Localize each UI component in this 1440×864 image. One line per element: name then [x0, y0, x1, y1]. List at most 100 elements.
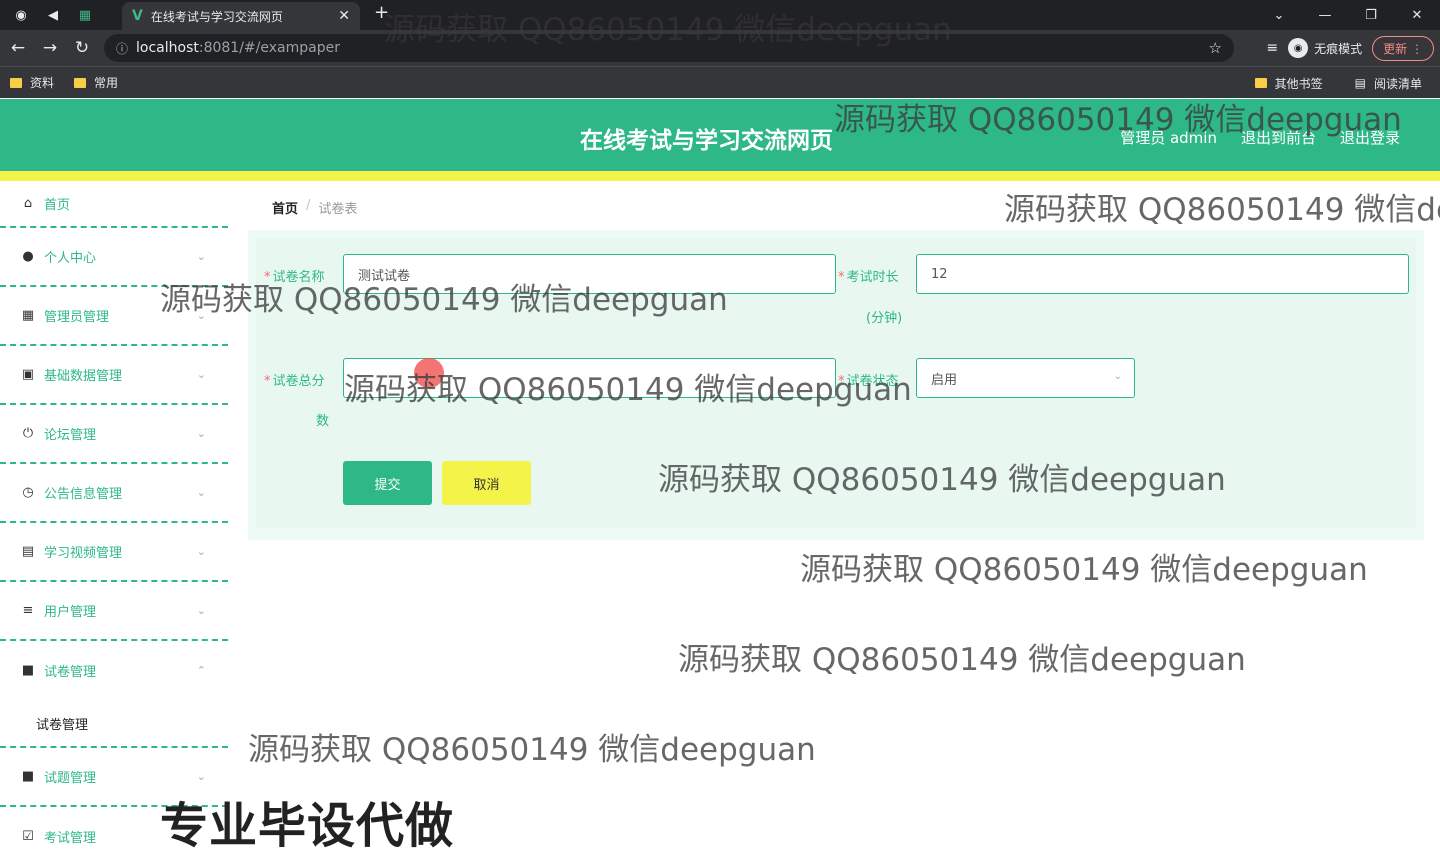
chevron-down-icon: ⌄ [196, 770, 206, 783]
bookmark-label: 其他书签 [1274, 76, 1323, 91]
bookmark-folder-2[interactable]: 常用 [74, 74, 118, 91]
submit-button[interactable]: 提交 [343, 461, 432, 505]
close-tab-icon[interactable]: ✕ [338, 8, 350, 24]
ad-overlay-text: 专业毕设代做 [160, 798, 455, 854]
status-select[interactable]: 启用 ⌄ [916, 358, 1135, 398]
chevron-down-icon: ⌄ [196, 250, 206, 263]
bookmark-star-icon[interactable]: ☆ [1209, 39, 1222, 57]
reload-icon[interactable]: ↻ [66, 38, 98, 58]
watermark: 源码获取 QQ86050149 微信deepguan [384, 12, 952, 48]
submit-label: 提交 [374, 477, 401, 493]
reading-list-icon: ▤ [1354, 76, 1366, 90]
chart-icon: ▤ [21, 544, 35, 559]
app-title: 在线考试与学习交流网页 [580, 128, 833, 154]
breadcrumb-separator: / [306, 198, 311, 213]
sidebar-item-label: 试题管理 [44, 771, 97, 786]
submenu-label: 试卷管理 [36, 717, 89, 733]
sidebar-item-exampapers[interactable]: ■ 试卷管理 ⌃ [0, 641, 228, 700]
update-label: 更新 [1383, 41, 1408, 56]
check-icon: ☑ [22, 829, 34, 844]
watermark: 源码获取 QQ86050149 微信deepguan [834, 102, 1402, 138]
restore-icon[interactable]: ❐ [1348, 0, 1394, 30]
sidebar-item-label: 管理员管理 [44, 310, 110, 325]
sidebar-item-label: 论坛管理 [44, 428, 97, 443]
clock-icon: ◷ [22, 485, 34, 500]
app-favicon-icon[interactable]: ▦ [74, 4, 96, 26]
breadcrumb-current: 试卷表 [318, 202, 358, 217]
duration-input[interactable]: 12 [916, 254, 1409, 294]
header-divider [0, 171, 1440, 181]
folder-icon: ■ [21, 769, 35, 784]
sidebar-item-videos[interactable]: ▤ 学习视频管理 ⌄ [0, 523, 228, 582]
watermark: 源码获取 QQ86050149 微信deepguan [658, 462, 1226, 498]
browser-menu-icon[interactable]: ◉ [10, 4, 32, 26]
reading-list-icon[interactable]: ≡ [1266, 40, 1278, 56]
update-button[interactable]: 更新 ⋮ [1372, 35, 1434, 61]
audio-icon[interactable]: ◀ [42, 4, 64, 26]
total-score-label: * 试卷总分 [264, 374, 325, 389]
tab-title: 在线考试与学习交流网页 [150, 9, 283, 24]
sidebar-item-label: 公告信息管理 [44, 487, 123, 502]
watermark: 源码获取 QQ86050149 微信deepguan [1004, 192, 1440, 228]
duration-unit-label: (分钟) [866, 311, 903, 326]
close-window-icon[interactable]: ✕ [1394, 0, 1440, 30]
sidebar-item-home[interactable]: ⌂ 首页 [0, 181, 228, 228]
sidebar-item-forum[interactable]: ⏻ 论坛管理 ⌄ [0, 405, 228, 464]
breadcrumb-home[interactable]: 首页 [272, 198, 298, 217]
chevron-up-icon: ⌃ [196, 664, 206, 677]
incognito-icon: ◉ [1288, 38, 1309, 58]
total-score-label-2: 数 [316, 414, 330, 429]
grid-icon: ▦ [21, 308, 35, 323]
chat-icon: ■ [21, 663, 35, 678]
bookmark-label: 阅读清单 [1373, 76, 1422, 91]
list-icon: ≡ [22, 603, 34, 618]
back-icon[interactable]: ← [2, 38, 34, 58]
url-path: :8081/#/exampaper [198, 40, 340, 56]
sidebar-item-label: 学习视频管理 [44, 546, 123, 561]
status-value: 启用 [931, 372, 958, 388]
power-icon: ⏻ [22, 426, 34, 441]
chevron-down-icon: ⌄ [196, 427, 206, 440]
duration-label: * 考试时长 [838, 270, 899, 285]
vue-icon: V [132, 8, 143, 24]
bookmark-label: 常用 [94, 76, 119, 90]
active-tab[interactable]: V 在线考试与学习交流网页 ✕ [122, 2, 360, 30]
tab-search-icon[interactable]: ⌄ [1256, 0, 1302, 30]
incognito-indicator[interactable]: ◉ 无痕模式 [1288, 38, 1362, 58]
site-info-icon[interactable]: ⓘ [116, 40, 128, 57]
sidebar-item-label: 首页 [44, 198, 71, 213]
watermark: 源码获取 QQ86050149 微信deepguan [248, 732, 816, 768]
minimize-icon[interactable]: — [1302, 0, 1348, 30]
watermark: 源码获取 QQ86050149 微信deepguan [678, 642, 1246, 678]
watermark: 源码获取 QQ86050149 微信deepguan [344, 372, 912, 408]
folder-icon [74, 77, 87, 88]
sidebar-item-label: 个人中心 [44, 251, 97, 266]
box-icon: ▣ [21, 367, 35, 382]
cancel-button[interactable]: 取消 [442, 461, 531, 505]
sidebar-item-label: 用户管理 [44, 605, 97, 620]
chevron-down-icon: ⌄ [1113, 371, 1122, 382]
folder-icon [10, 77, 22, 88]
sidebar-item-notices[interactable]: ◷ 公告信息管理 ⌄ [0, 464, 228, 523]
sidebar-item-users[interactable]: ≡ 用户管理 ⌄ [0, 582, 228, 641]
bookmark-label: 资料 [30, 76, 55, 90]
home-icon: ⌂ [23, 196, 33, 211]
folder-icon [1254, 78, 1267, 88]
chevron-down-icon: ⌄ [196, 604, 206, 617]
user-icon: ● [22, 249, 34, 264]
watermark: 源码获取 QQ86050149 微信deepguan [160, 282, 728, 318]
duration-value: 12 [931, 266, 948, 282]
other-bookmarks[interactable]: 其他书签 [1254, 75, 1323, 92]
watermark: 源码获取 QQ86050149 微信deepguan [800, 552, 1368, 588]
sidebar-item-label: 考试管理 [44, 831, 97, 846]
reading-list[interactable]: ▤ 阅读清单 [1355, 75, 1422, 92]
bookmark-folder-1[interactable]: 资料 [10, 74, 54, 91]
chevron-down-icon: ⌄ [196, 545, 206, 558]
sidebar-item-basic-data[interactable]: ▣ 基础数据管理 ⌄ [0, 346, 228, 405]
chevron-down-icon: ⌄ [196, 368, 206, 381]
url-host: localhost [136, 40, 199, 56]
incognito-label: 无痕模式 [1314, 41, 1363, 56]
submenu-exampaper-manage[interactable]: 试卷管理 [0, 700, 228, 748]
sidebar-item-label: 基础数据管理 [44, 369, 123, 384]
forward-icon[interactable]: → [34, 38, 66, 58]
